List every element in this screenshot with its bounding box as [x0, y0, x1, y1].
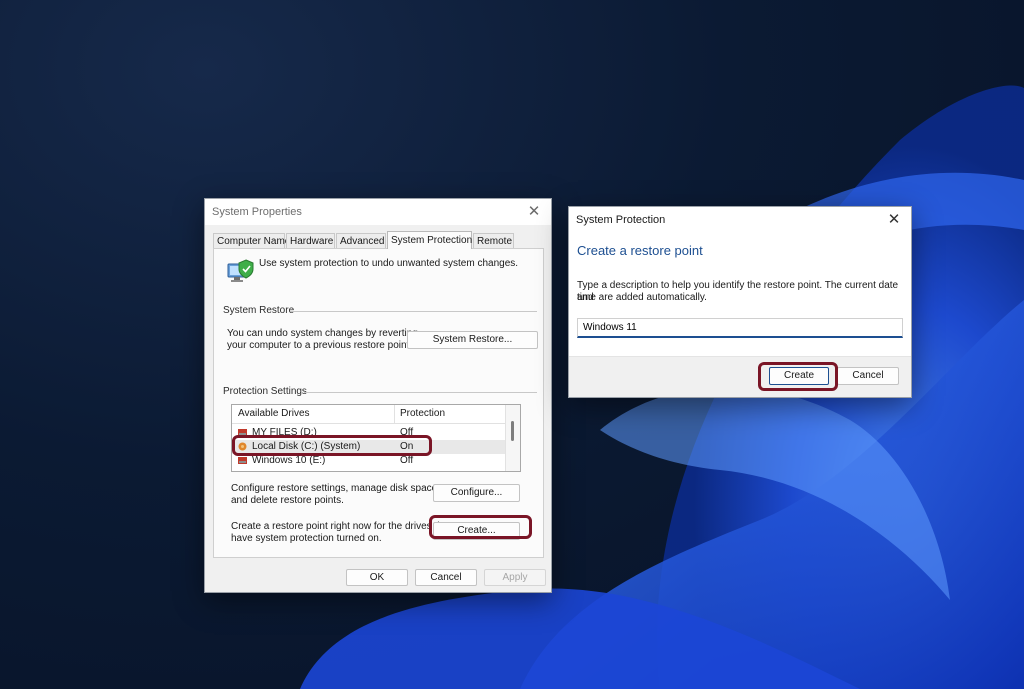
drive-row-c[interactable]: Local Disk (C:) (System) On	[232, 440, 506, 454]
system-properties-titlebar[interactable]: System Properties ✕	[205, 199, 551, 225]
system-properties-window: System Properties ✕ Computer Name Hardwa…	[204, 198, 552, 593]
configure-description-line2: and delete restore points.	[231, 495, 344, 506]
drive-icon	[238, 429, 247, 436]
ok-button[interactable]: OK	[346, 569, 408, 586]
available-drives-list[interactable]: Available Drives Protection MY FILES (D:…	[231, 404, 521, 472]
dialog-footer: Create Cancel	[569, 356, 911, 397]
drive-row-e[interactable]: Windows 10 (E:) Off	[232, 454, 506, 468]
dialog-heading: Create a restore point	[577, 243, 703, 258]
tab-remote[interactable]: Remote	[473, 233, 514, 248]
dialog-description-line2: time are added automatically.	[577, 292, 707, 303]
system-restore-description-line2: your computer to a previous restore poin…	[227, 340, 413, 351]
drive-protection-status: On	[400, 441, 414, 452]
group-divider	[291, 311, 537, 312]
apply-button[interactable]: Apply	[484, 569, 546, 586]
cancel-button[interactable]: Cancel	[415, 569, 477, 586]
drive-icon	[238, 457, 247, 464]
system-restore-group-label: System Restore	[223, 305, 295, 316]
intro-text: Use system protection to undo unwanted s…	[259, 258, 519, 269]
group-divider	[304, 392, 537, 393]
restore-point-description-input[interactable]	[577, 318, 903, 338]
system-restore-description-line1: You can undo system changes by reverting	[227, 328, 418, 339]
create-restore-point-button[interactable]: Create...	[433, 522, 520, 540]
dialog-title: System Protection	[576, 214, 666, 226]
computer-shield-icon	[227, 259, 254, 282]
protection-settings-group-label: Protection Settings	[223, 386, 307, 397]
drive-row-d[interactable]: MY FILES (D:) Off	[232, 426, 506, 440]
system-protection-titlebar[interactable]: System Protection ✕	[569, 207, 911, 233]
close-icon[interactable]: ✕	[884, 210, 904, 230]
configure-button[interactable]: Configure...	[433, 484, 520, 502]
create-description-line2: have system protection turned on.	[231, 533, 382, 544]
tab-system-protection[interactable]: System Protection	[387, 231, 472, 249]
window-title: System Properties	[212, 206, 302, 218]
system-protection-dialog: System Protection ✕ Create a restore poi…	[568, 206, 912, 398]
drives-list-header: Available Drives Protection	[232, 405, 506, 424]
create-description-line1: Create a restore point right now for the…	[231, 521, 452, 532]
drive-name: MY FILES (D:)	[252, 427, 317, 438]
tab-computer-name[interactable]: Computer Name	[213, 233, 290, 248]
drive-protection-status: Off	[400, 427, 414, 438]
drives-list-scrollbar[interactable]	[505, 405, 520, 471]
column-header-available-drives[interactable]: Available Drives	[238, 408, 310, 419]
column-header-protection[interactable]: Protection	[400, 408, 445, 419]
drive-icon	[238, 442, 247, 451]
system-protection-panel: Use system protection to undo unwanted s…	[213, 248, 544, 558]
scrollbar-thumb[interactable]	[511, 421, 514, 441]
drive-name: Local Disk (C:) (System)	[252, 441, 361, 452]
close-icon[interactable]: ✕	[524, 202, 544, 222]
configure-description-line1: Configure restore settings, manage disk …	[231, 483, 440, 494]
cancel-button[interactable]: Cancel	[837, 367, 899, 385]
column-divider	[394, 405, 395, 423]
drive-name: Windows 10 (E:)	[252, 455, 326, 466]
system-restore-button[interactable]: System Restore...	[407, 331, 538, 349]
drive-protection-status: Off	[400, 455, 414, 466]
tab-advanced[interactable]: Advanced	[336, 233, 386, 248]
create-button[interactable]: Create	[769, 367, 829, 385]
tab-hardware[interactable]: Hardware	[286, 233, 335, 248]
